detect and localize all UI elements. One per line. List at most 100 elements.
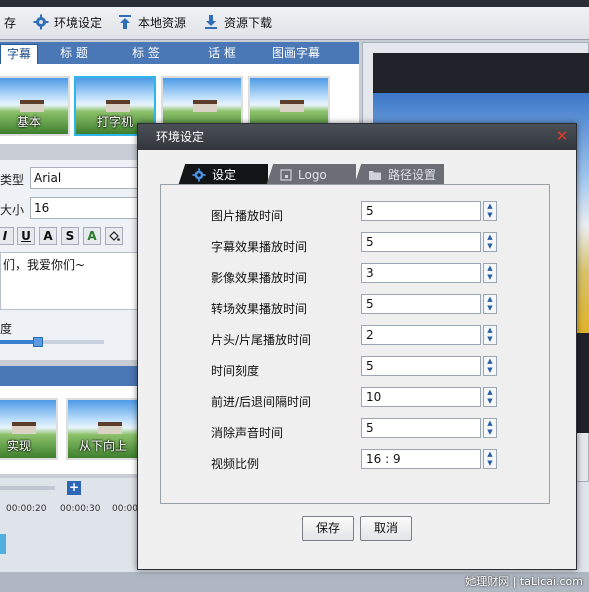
tab-logo[interactable]: Logo (266, 164, 356, 186)
spinner[interactable]: ▲ ▼ (483, 418, 497, 438)
tab-path-settings-label: 路径设置 (388, 168, 437, 182)
spin-up-icon[interactable]: ▲ (484, 357, 496, 366)
spin-down-icon[interactable]: ▼ (484, 335, 496, 344)
dialog-title: 环境设定 (138, 124, 576, 150)
spin-up-icon[interactable]: ▲ (484, 419, 496, 428)
spinner[interactable]: ▲ ▼ (483, 356, 497, 376)
video-effect-duration-input[interactable]: 3 (361, 263, 481, 283)
house-image (20, 100, 44, 112)
tab-dialog-box[interactable]: 话 框 (200, 44, 244, 64)
tab-picture-subtitle[interactable]: 图画字幕 (268, 44, 324, 64)
spin-down-icon[interactable]: ▼ (484, 273, 496, 282)
gear-icon (192, 168, 206, 182)
spin-down-icon[interactable]: ▼ (484, 242, 496, 251)
subtitle-text-area[interactable]: 们，我爱你们~ (0, 252, 140, 310)
spin-up-icon[interactable]: ▲ (484, 295, 496, 304)
timeline-tick: 00:00:30 (60, 504, 101, 514)
transition-duration-input[interactable]: 5 (361, 294, 481, 314)
spinner[interactable]: ▲ ▼ (483, 387, 497, 407)
spinner[interactable]: ▲ ▼ (483, 201, 497, 221)
italic-button[interactable]: I (0, 227, 14, 245)
spin-down-icon[interactable]: ▼ (484, 397, 496, 406)
spin-up-icon[interactable]: ▲ (484, 202, 496, 211)
tab-path-settings[interactable]: 路径设置 (354, 164, 444, 186)
spin-down-icon[interactable]: ▼ (484, 211, 496, 220)
spin-up-icon[interactable]: ▲ (484, 450, 496, 459)
thumbnail-basic[interactable]: 基本 (0, 76, 70, 136)
font-type-label: 类型 (0, 173, 25, 187)
row-label: 视频比例 (211, 457, 260, 471)
spin-down-icon[interactable]: ▼ (484, 366, 496, 375)
dialog-tabs: 设定 Logo 路径设置 (178, 164, 478, 186)
aspect-ratio-input[interactable]: 16 : 9 (361, 449, 481, 469)
fill-button[interactable] (105, 227, 123, 245)
font-type-input[interactable]: Arial (30, 167, 145, 189)
close-button[interactable]: ✕ (554, 128, 570, 144)
spinner[interactable]: ▲ ▼ (483, 263, 497, 283)
spinner[interactable]: ▲ ▼ (483, 325, 497, 345)
tab-subtitle[interactable]: 字幕 (0, 44, 38, 64)
font-size-input[interactable]: 16 (30, 197, 145, 219)
slider-knob[interactable] (33, 337, 44, 347)
row-label: 影像效果播放时间 (211, 271, 308, 285)
house-image (193, 100, 217, 112)
upload-icon (119, 15, 131, 29)
effect-thumbnail-2[interactable]: 从下向上 (66, 398, 140, 460)
spinner[interactable]: ▲ ▼ (483, 294, 497, 314)
toolbar-resource-download[interactable]: 资源下载 (203, 12, 272, 32)
spin-up-icon[interactable]: ▲ (484, 264, 496, 273)
font-size-label: 大小 (0, 203, 25, 217)
outline-button[interactable]: A (83, 227, 101, 245)
slider-label: 度 (0, 322, 13, 336)
font-color-button[interactable]: A (39, 227, 57, 245)
tab-settings-label: 设定 (212, 168, 237, 182)
row-label: 消除声音时间 (211, 426, 284, 440)
house-image (12, 422, 36, 434)
effect-thumbnail-1[interactable]: 实现 (0, 398, 58, 460)
cancel-button[interactable]: 取消 (360, 516, 412, 541)
spin-down-icon[interactable]: ▼ (484, 459, 496, 468)
toolbar-resource-download-label: 资源下载 (224, 15, 273, 30)
timeline-clip[interactable] (0, 534, 6, 554)
mute-duration-input[interactable]: 5 (361, 418, 481, 438)
speed-slider[interactable] (0, 337, 104, 347)
spin-up-icon[interactable]: ▲ (484, 388, 496, 397)
subtitle-tabs: 字幕 标 题 标 签 话 框 图画字幕 (0, 42, 359, 64)
save-button[interactable]: 保存 (302, 516, 354, 541)
toolbar-env-settings-label: 环境设定 (54, 15, 103, 30)
spin-up-icon[interactable]: ▲ (484, 326, 496, 335)
timeline-scrollbar[interactable] (0, 486, 55, 490)
settings-panel: 图片播放时间 5 ▲ ▼ 字幕效果播放时间 5 ▲ ▼ 影像效果播放时间 3 ▲ ▼ … (160, 184, 550, 504)
main-toolbar: 存 环境设定 本地资源 资源下载 (0, 0, 589, 40)
effect-label: 从下向上 (78, 439, 127, 453)
toolbar-local-resources[interactable]: 本地资源 (117, 12, 186, 32)
timeline-tick: 00:00:20 (6, 504, 47, 514)
subtitle-effect-duration-input[interactable]: 5 (361, 232, 481, 252)
tab-title[interactable]: 标 题 (52, 44, 96, 64)
row-label: 时间刻度 (211, 364, 260, 378)
intro-outro-duration-input[interactable]: 2 (361, 325, 481, 345)
shadow-button[interactable]: S (61, 227, 79, 245)
time-scale-input[interactable]: 5 (361, 356, 481, 376)
tab-settings[interactable]: 设定 (178, 164, 268, 186)
close-icon: ✕ (555, 127, 569, 145)
spin-down-icon[interactable]: ▼ (484, 428, 496, 437)
toolbar-env-settings[interactable]: 环境设定 (33, 12, 102, 32)
tab-tag[interactable]: 标 签 (124, 44, 168, 64)
toolbar-local-resources-label: 本地资源 (138, 15, 187, 30)
row-label: 转场效果播放时间 (211, 302, 308, 316)
spin-up-icon[interactable]: ▲ (484, 233, 496, 242)
window-top-strip (0, 0, 589, 7)
spin-down-icon[interactable]: ▼ (484, 304, 496, 313)
row-label: 前进/后退间隔时间 (211, 395, 312, 409)
toolbar-save[interactable]: 存 (4, 12, 16, 32)
toolbar-save-label: 存 (4, 15, 17, 30)
underline-button[interactable]: U (17, 227, 35, 245)
image-duration-input[interactable]: 5 (361, 201, 481, 221)
seek-interval-input[interactable]: 10 (361, 387, 481, 407)
row-label: 字幕效果播放时间 (211, 240, 308, 254)
spinner[interactable]: ▲ ▼ (483, 232, 497, 252)
watermark: 她理财网 | taLicai.com (465, 575, 583, 588)
add-track-button[interactable]: + (67, 481, 81, 495)
spinner[interactable]: ▲ ▼ (483, 449, 497, 469)
